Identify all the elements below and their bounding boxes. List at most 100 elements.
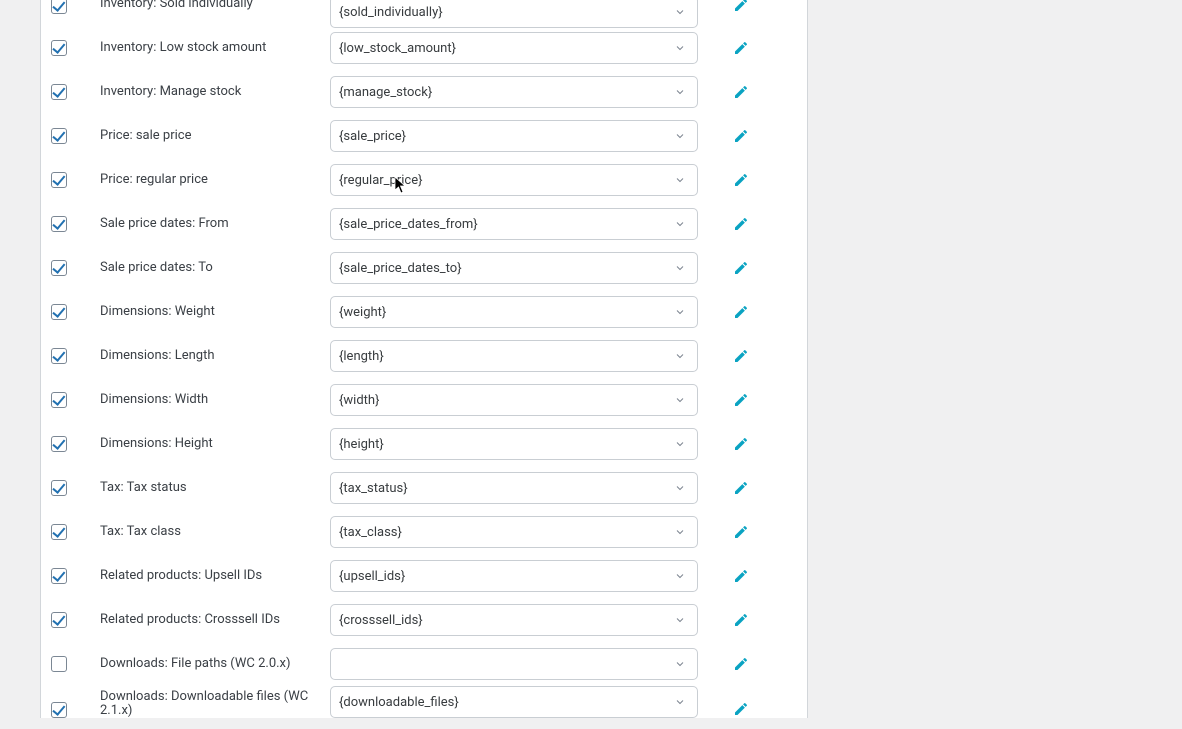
row-value-text: {sale_price_dates_from} bbox=[339, 217, 478, 232]
row-label: Sale price dates: From bbox=[100, 216, 330, 232]
row-value-select[interactable]: {manage_stock} bbox=[330, 76, 698, 108]
row-value-text: {downloadable_files} bbox=[339, 695, 459, 710]
field-row-height: Dimensions: Height{height} bbox=[41, 422, 807, 466]
chevron-down-icon bbox=[671, 479, 689, 497]
row-value-select[interactable]: {height} bbox=[330, 428, 698, 460]
row-checkbox[interactable] bbox=[51, 524, 67, 540]
chevron-down-icon bbox=[671, 171, 689, 189]
row-checkbox[interactable] bbox=[51, 348, 67, 364]
edit-icon[interactable] bbox=[732, 523, 750, 541]
row-checkbox[interactable] bbox=[51, 260, 67, 276]
row-checkbox[interactable] bbox=[51, 612, 67, 628]
field-row-sale-price-dates-from: Sale price dates: From {sale_price_dates_… bbox=[41, 202, 807, 246]
row-checkbox[interactable] bbox=[51, 84, 67, 100]
chevron-down-icon bbox=[671, 523, 689, 541]
field-row-sale-price: Price: sale price{sale_price} bbox=[41, 114, 807, 158]
row-value-text: {weight} bbox=[339, 305, 386, 320]
row-label: Tax: Tax status bbox=[100, 480, 330, 496]
row-checkbox[interactable] bbox=[51, 392, 67, 408]
edit-icon[interactable] bbox=[732, 39, 750, 57]
field-mapping-panel: Inventory: Sold individually{sold_indivi… bbox=[40, 0, 808, 718]
row-value-text: {regular_price} bbox=[339, 173, 423, 188]
edit-icon[interactable] bbox=[732, 215, 750, 233]
row-value-text: {length} bbox=[339, 349, 384, 364]
row-label: Related products: Upsell IDs bbox=[100, 568, 330, 584]
chevron-down-icon bbox=[671, 83, 689, 101]
row-value-select[interactable]: {low_stock_amount} bbox=[330, 32, 698, 64]
row-value-select[interactable]: {sale_price} bbox=[330, 120, 698, 152]
edit-icon[interactable] bbox=[732, 435, 750, 453]
row-checkbox[interactable] bbox=[51, 128, 67, 144]
chevron-down-icon bbox=[671, 391, 689, 409]
chevron-down-icon bbox=[671, 693, 689, 711]
field-row-upsell-ids: Related products: Upsell IDs {upsell_ids} bbox=[41, 554, 807, 598]
field-row-file-paths: Downloads: File paths (WC 2.0.x) bbox=[41, 642, 807, 686]
chevron-down-icon bbox=[671, 127, 689, 145]
row-checkbox[interactable] bbox=[51, 0, 67, 14]
field-row-regular-price: Price: regular price{regular_price} bbox=[41, 158, 807, 202]
edit-icon[interactable] bbox=[732, 479, 750, 497]
row-value-text: {height} bbox=[339, 437, 384, 452]
edit-icon[interactable] bbox=[732, 700, 750, 718]
row-label: Inventory: Manage stock bbox=[100, 84, 330, 100]
field-row-crosssell-ids: Related products: Crosssell IDs {crosssel… bbox=[41, 598, 807, 642]
row-checkbox[interactable] bbox=[51, 172, 67, 188]
row-value-select[interactable]: {downloadable_files} bbox=[330, 686, 698, 718]
chevron-down-icon bbox=[671, 435, 689, 453]
edit-icon[interactable] bbox=[732, 0, 750, 14]
chevron-down-icon bbox=[671, 611, 689, 629]
row-label: Tax: Tax class bbox=[100, 524, 330, 540]
row-label: Downloads: Downloadable files (WC 2.1.x) bbox=[100, 690, 330, 718]
field-row-low-stock-amount: Inventory: Low stock amount{low_stock_am… bbox=[41, 26, 807, 70]
row-checkbox[interactable] bbox=[51, 40, 67, 56]
row-value-select[interactable]: {regular_price} bbox=[330, 164, 698, 196]
edit-icon[interactable] bbox=[732, 303, 750, 321]
row-value-select[interactable]: {width} bbox=[330, 384, 698, 416]
edit-icon[interactable] bbox=[732, 347, 750, 365]
row-value-select[interactable]: {length} bbox=[330, 340, 698, 372]
row-value-text: {crosssell_ids} bbox=[339, 613, 423, 628]
row-checkbox[interactable] bbox=[51, 568, 67, 584]
row-value-select[interactable]: {tax_status} bbox=[330, 472, 698, 504]
chevron-down-icon bbox=[671, 655, 689, 673]
edit-icon[interactable] bbox=[732, 391, 750, 409]
row-value-select[interactable]: {sold_individually} bbox=[330, 0, 698, 28]
row-value-text: {sold_individually} bbox=[339, 5, 443, 20]
field-row-manage-stock: Inventory: Manage stock {manage_stock} bbox=[41, 70, 807, 114]
row-checkbox[interactable] bbox=[51, 216, 67, 232]
field-row-sold-individually: Inventory: Sold individually{sold_indivi… bbox=[41, 0, 807, 26]
row-checkbox[interactable] bbox=[51, 480, 67, 496]
row-value-select[interactable]: {crosssell_ids} bbox=[330, 604, 698, 636]
row-checkbox[interactable] bbox=[51, 436, 67, 452]
field-row-tax-status: Tax: Tax status{tax_status} bbox=[41, 466, 807, 510]
row-value-select[interactable] bbox=[330, 648, 698, 680]
field-row-width: Dimensions: Width{width} bbox=[41, 378, 807, 422]
row-value-text: {upsell_ids} bbox=[339, 569, 405, 584]
row-value-select[interactable]: {upsell_ids} bbox=[330, 560, 698, 592]
edit-icon[interactable] bbox=[732, 259, 750, 277]
row-value-select[interactable]: {sale_price_dates_to} bbox=[330, 252, 698, 284]
edit-icon[interactable] bbox=[732, 171, 750, 189]
edit-icon[interactable] bbox=[732, 83, 750, 101]
edit-icon[interactable] bbox=[732, 655, 750, 673]
row-checkbox[interactable] bbox=[51, 656, 67, 672]
row-label: Sale price dates: To bbox=[100, 260, 330, 276]
row-value-select[interactable]: {sale_price_dates_from} bbox=[330, 208, 698, 240]
row-value-select[interactable]: {weight} bbox=[330, 296, 698, 328]
row-label: Related products: Crosssell IDs bbox=[100, 612, 330, 628]
field-row-weight: Dimensions: Weight {weight} bbox=[41, 290, 807, 334]
row-value-select[interactable]: {tax_class} bbox=[330, 516, 698, 548]
row-checkbox[interactable] bbox=[51, 304, 67, 320]
edit-icon[interactable] bbox=[732, 567, 750, 585]
chevron-down-icon bbox=[671, 259, 689, 277]
edit-icon[interactable] bbox=[732, 611, 750, 629]
chevron-down-icon bbox=[671, 39, 689, 57]
chevron-down-icon bbox=[671, 3, 689, 21]
row-value-text: {tax_class} bbox=[339, 525, 402, 540]
row-label: Dimensions: Weight bbox=[100, 304, 330, 320]
row-value-text: {low_stock_amount} bbox=[339, 41, 456, 56]
row-label: Dimensions: Length bbox=[100, 348, 330, 364]
row-checkbox[interactable] bbox=[51, 702, 67, 718]
edit-icon[interactable] bbox=[732, 127, 750, 145]
row-value-text: {manage_stock} bbox=[339, 85, 432, 100]
